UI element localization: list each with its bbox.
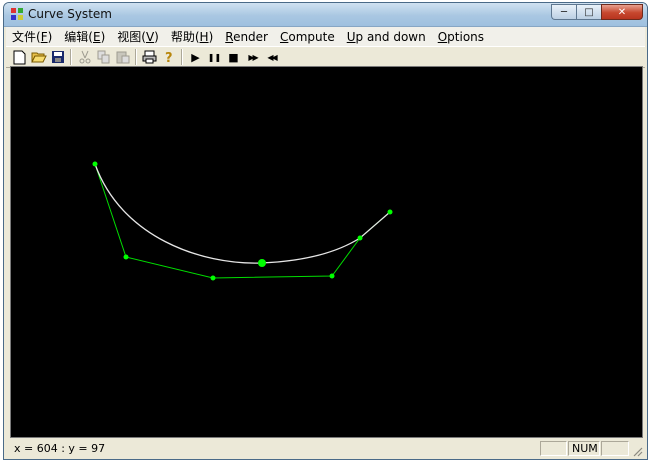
control-point[interactable] — [123, 254, 129, 260]
open-button[interactable] — [29, 48, 48, 66]
toolbar-separator — [181, 49, 183, 65]
pause-icon: ❚❚ — [207, 52, 222, 62]
app-icon — [11, 8, 23, 20]
window-title: Curve System — [28, 7, 112, 21]
copy-button[interactable] — [94, 48, 113, 66]
minimize-icon: ─ — [560, 6, 568, 18]
save-button[interactable] — [48, 48, 67, 66]
stop-button[interactable]: ■ — [224, 48, 243, 66]
menu-help[interactable]: 帮助(H) — [165, 28, 219, 45]
curve-point-marker[interactable] — [258, 259, 266, 267]
save-disk-icon — [51, 51, 64, 63]
cut-button[interactable] — [75, 48, 94, 66]
menu-file[interactable]: 文件(F) — [6, 28, 58, 45]
print-button[interactable] — [140, 48, 159, 66]
rewind-icon: ◀◀ — [267, 52, 277, 62]
control-point[interactable] — [329, 273, 335, 279]
menu-render[interactable]: Render — [219, 30, 274, 44]
print-icon — [142, 50, 157, 64]
paste-button[interactable] — [113, 48, 132, 66]
status-pane-caps — [540, 441, 567, 456]
rewind-button[interactable]: ◀◀ — [262, 48, 281, 66]
resize-grip-icon[interactable] — [631, 445, 643, 457]
status-pane-num: NUM — [568, 441, 600, 456]
caption-buttons: ─ □ ✕ — [551, 4, 643, 21]
control-polygon — [94, 163, 391, 279]
control-point[interactable] — [210, 275, 216, 281]
close-button[interactable]: ✕ — [601, 4, 643, 20]
forward-button[interactable]: ▶▶ — [243, 48, 262, 66]
play-button[interactable]: ▶ — [186, 48, 205, 66]
menu-bar: 文件(F) 编辑(E) 视图(V) 帮助(H) Render Compute U… — [6, 27, 645, 46]
toolbar: ? ▶ ❚❚ ■ ▶▶ ◀◀ — [6, 46, 645, 68]
status-bar: x = 604 : y = 97 NUM — [6, 439, 645, 458]
stop-icon: ■ — [228, 50, 239, 64]
maximize-icon: □ — [584, 6, 594, 18]
copy-icon — [97, 50, 109, 64]
play-icon: ▶ — [191, 50, 200, 64]
control-point[interactable] — [357, 235, 363, 241]
paste-icon — [116, 51, 129, 64]
open-folder-icon — [30, 52, 47, 63]
fast-forward-icon: ▶▶ — [248, 52, 258, 62]
control-point[interactable] — [387, 209, 393, 215]
svg-text:?: ? — [165, 51, 173, 65]
pause-button[interactable]: ❚❚ — [205, 48, 224, 66]
maximize-button[interactable]: □ — [576, 4, 601, 20]
toolbar-separator — [135, 49, 137, 65]
menu-options[interactable]: Options — [432, 30, 490, 44]
minimize-button[interactable]: ─ — [551, 4, 576, 20]
title-bar[interactable]: Curve System ─ □ ✕ — [4, 3, 647, 27]
control-point[interactable] — [92, 161, 98, 167]
help-icon: ? — [165, 51, 173, 65]
curve-drawing — [92, 161, 393, 281]
new-file-icon — [13, 50, 26, 64]
menu-compute[interactable]: Compute — [274, 30, 341, 44]
menu-view[interactable]: 视图(V) — [111, 28, 165, 45]
menu-up-and-down[interactable]: Up and down — [341, 30, 432, 44]
menu-edit[interactable]: 编辑(E) — [58, 28, 111, 45]
close-icon: ✕ — [617, 6, 627, 18]
app-window: Curve System ─ □ ✕ 文件(F) 编辑(E) 视图(V) 帮助(… — [3, 2, 648, 460]
toolbar-separator — [70, 49, 72, 65]
cut-icon — [79, 50, 90, 64]
cursor-coordinates: x = 604 : y = 97 — [14, 442, 106, 455]
help-button[interactable]: ? — [159, 48, 178, 66]
bezier-curve — [94, 163, 391, 264]
drawing-canvas[interactable] — [10, 66, 643, 438]
status-pane-scroll — [601, 441, 629, 456]
new-button[interactable] — [10, 48, 29, 66]
